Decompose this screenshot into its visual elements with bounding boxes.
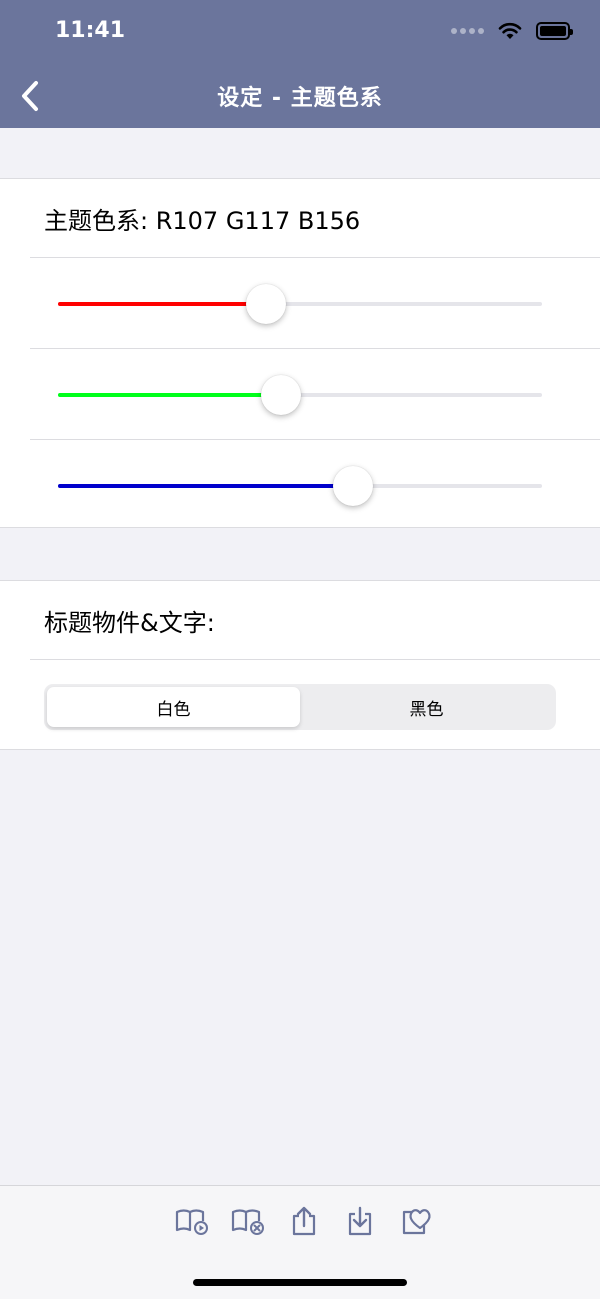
navigation-header: 11:41 设定 - 主题色系 bbox=[0, 0, 600, 128]
share-upload-icon bbox=[292, 1206, 316, 1236]
segment-black[interactable]: 黑色 bbox=[300, 687, 553, 727]
download-icon bbox=[348, 1206, 372, 1236]
share-upload-button[interactable] bbox=[287, 1204, 321, 1238]
battery-icon bbox=[536, 22, 573, 40]
home-indicator bbox=[193, 1279, 407, 1286]
red-slider-thumb[interactable] bbox=[246, 284, 287, 324]
title-style-section: 标题物件&文字: 白色 黑色 bbox=[0, 580, 600, 750]
blue-slider-row bbox=[0, 440, 600, 530]
status-time: 11:41 bbox=[55, 18, 126, 43]
green-slider-fill bbox=[58, 393, 281, 397]
book-remove-button[interactable] bbox=[231, 1204, 265, 1238]
blue-slider-thumb[interactable] bbox=[333, 466, 374, 506]
cellular-signal-icon bbox=[451, 28, 484, 34]
download-button[interactable] bbox=[343, 1204, 377, 1238]
wifi-icon bbox=[498, 22, 522, 39]
page-title: 设定 - 主题色系 bbox=[217, 86, 383, 111]
book-remove-icon bbox=[231, 1209, 264, 1235]
title-color-segmented-control: 白色 黑色 bbox=[44, 684, 556, 730]
red-slider-fill bbox=[58, 302, 267, 306]
title-style-row: 白色 黑色 bbox=[0, 660, 600, 750]
title-style-label: 标题物件&文字: bbox=[44, 608, 215, 637]
blue-slider[interactable] bbox=[58, 466, 542, 506]
book-play-icon bbox=[175, 1209, 208, 1235]
green-slider-row bbox=[0, 349, 600, 439]
favorite-button[interactable] bbox=[399, 1204, 433, 1238]
red-slider-row bbox=[0, 258, 600, 348]
segment-white[interactable]: 白色 bbox=[47, 687, 300, 727]
green-slider-thumb[interactable] bbox=[260, 375, 301, 415]
book-play-button[interactable] bbox=[175, 1204, 209, 1238]
status-icons bbox=[451, 22, 573, 40]
theme-color-section: 主题色系: R107 G117 B156 bbox=[0, 178, 600, 528]
red-slider[interactable] bbox=[58, 284, 542, 324]
theme-color-label: 主题色系: R107 G117 B156 bbox=[44, 206, 361, 235]
blue-slider-fill bbox=[58, 484, 354, 488]
bottom-toolbar bbox=[0, 1185, 600, 1299]
green-slider[interactable] bbox=[58, 375, 542, 415]
favorite-heart-icon bbox=[402, 1209, 431, 1235]
